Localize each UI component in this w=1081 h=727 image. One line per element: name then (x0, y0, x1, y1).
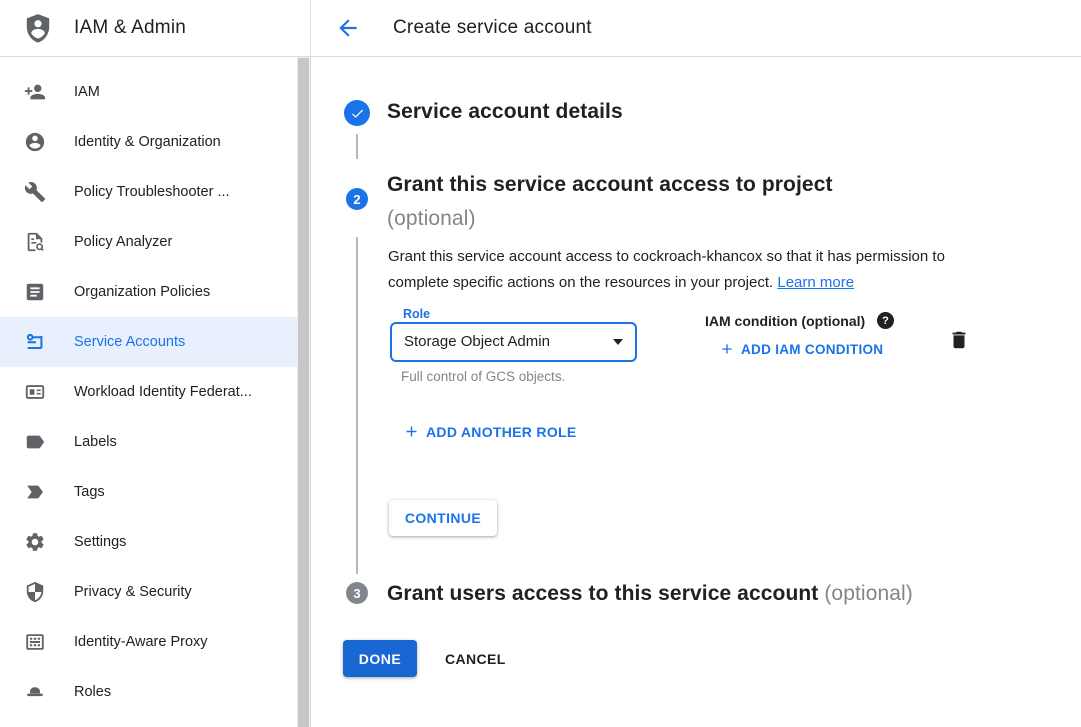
step2-description: Grant this service account access to coc… (388, 244, 996, 296)
iam-condition-label: IAM condition (optional) (705, 313, 865, 329)
sidebar-item-label: Policy Troubleshooter ... (74, 184, 230, 200)
sidebar-item-policy-troubleshooter[interactable]: Policy Troubleshooter ... (0, 167, 297, 217)
wrench-icon (24, 181, 46, 203)
step3-title: Grant users access to this service accou… (387, 582, 913, 606)
step2-title-text: Grant this service account access to pro… (387, 173, 833, 196)
sidebar-item-label: Identity-Aware Proxy (74, 634, 208, 650)
step2-description-text: Grant this service account access to coc… (388, 248, 945, 291)
sidebar-item-label: Roles (74, 684, 111, 700)
sidebar-item-label: Settings (74, 534, 126, 550)
person-add-icon (24, 81, 46, 103)
sidebar-scrollbar[interactable] (297, 57, 310, 727)
step3-title-text: Grant users access to this service accou… (387, 582, 818, 605)
back-arrow-button[interactable] (335, 15, 361, 41)
continue-button[interactable]: CONTINUE (389, 500, 497, 536)
policy-analyzer-icon (24, 231, 46, 253)
step2-number-badge: 2 (346, 188, 368, 210)
trash-icon (948, 328, 970, 352)
step1-complete-badge (344, 100, 370, 126)
document-lines-icon (24, 281, 46, 303)
sidebar-item-label: Service Accounts (74, 334, 185, 350)
sidebar-item-label: Labels (74, 434, 117, 450)
step2-optional-label: (optional) (387, 207, 476, 230)
iap-frame-icon (24, 631, 46, 653)
sidebar: IAM & Admin IAM Identity & Organization … (0, 0, 310, 727)
sidebar-item-iam[interactable]: IAM (0, 67, 297, 117)
sidebar-item-tags[interactable]: Tags (0, 467, 297, 517)
sidebar-item-organization-policies[interactable]: Organization Policies (0, 267, 297, 317)
sidebar-item-privacy-security[interactable]: Privacy & Security (0, 567, 297, 617)
add-another-role-button[interactable]: ADD ANOTHER ROLE (403, 423, 577, 440)
main-header: Create service account (311, 0, 1081, 57)
sidebar-item-label: Tags (74, 484, 105, 500)
sidebar-item-settings[interactable]: Settings (0, 517, 297, 567)
sidebar-item-service-accounts[interactable]: Service Accounts (0, 317, 297, 367)
step2-title: Grant this service account access to pro… (387, 168, 833, 236)
sidebar-item-label: Identity & Organization (74, 134, 221, 150)
cancel-button[interactable]: CANCEL (445, 640, 506, 677)
page-title: Create service account (393, 17, 592, 39)
role-select[interactable]: Storage Object Admin (390, 322, 637, 362)
stepper-connector (356, 134, 358, 159)
gear-icon (24, 531, 46, 553)
sidebar-header: IAM & Admin (0, 0, 310, 57)
check-icon (350, 106, 365, 121)
product-title: IAM & Admin (74, 17, 186, 39)
hat-icon (24, 681, 46, 703)
done-button[interactable]: DONE (343, 640, 417, 677)
sidebar-item-workload-identity-federation[interactable]: Workload Identity Federat... (0, 367, 297, 417)
step3-optional-label: (optional) (824, 582, 913, 605)
role-select-value: Storage Object Admin (404, 324, 550, 360)
account-circle-icon (24, 131, 46, 153)
sidebar-item-label: Organization Policies (74, 284, 210, 300)
sidebar-item-label: Privacy & Security (74, 584, 192, 600)
chevron-down-icon (613, 339, 623, 345)
role-helper-text: Full control of GCS objects. (401, 369, 565, 384)
arrow-tag-icon (24, 481, 46, 503)
main-panel: Create service account Service account d… (311, 0, 1081, 727)
tag-icon (24, 431, 46, 453)
sidebar-item-identity-organization[interactable]: Identity & Organization (0, 117, 297, 167)
add-iam-condition-label: ADD IAM CONDITION (741, 342, 883, 357)
sidebar-item-label: Policy Analyzer (74, 234, 172, 250)
id-card-icon (24, 381, 46, 403)
iam-admin-console: IAM & Admin IAM Identity & Organization … (0, 0, 1081, 727)
sidebar-item-identity-aware-proxy[interactable]: Identity-Aware Proxy (0, 617, 297, 667)
sidebar-item-roles[interactable]: Roles (0, 667, 297, 717)
sidebar-scrollbar-thumb[interactable] (298, 58, 309, 727)
delete-role-button[interactable] (948, 328, 970, 352)
plus-icon (719, 341, 735, 357)
add-iam-condition-button[interactable]: ADD IAM CONDITION (719, 341, 883, 357)
sidebar-item-policy-analyzer[interactable]: Policy Analyzer (0, 217, 297, 267)
help-icon[interactable]: ? (877, 312, 894, 329)
sidebar-item-labels[interactable]: Labels (0, 417, 297, 467)
sidebar-item-label: Workload Identity Federat... (74, 384, 252, 400)
learn-more-link[interactable]: Learn more (777, 274, 854, 291)
stepper-connector (356, 237, 358, 574)
iam-shield-logo-icon (22, 12, 54, 44)
plus-icon (403, 423, 420, 440)
add-another-role-label: ADD ANOTHER ROLE (426, 424, 577, 440)
step1-title: Service account details (387, 100, 623, 124)
role-field-label: Role (398, 307, 435, 321)
service-account-key-icon (24, 331, 46, 353)
shield-half-icon (24, 581, 46, 603)
sidebar-nav: IAM Identity & Organization Policy Troub… (0, 57, 297, 717)
sidebar-item-label: IAM (74, 84, 100, 100)
step3-number-badge: 3 (346, 582, 368, 604)
